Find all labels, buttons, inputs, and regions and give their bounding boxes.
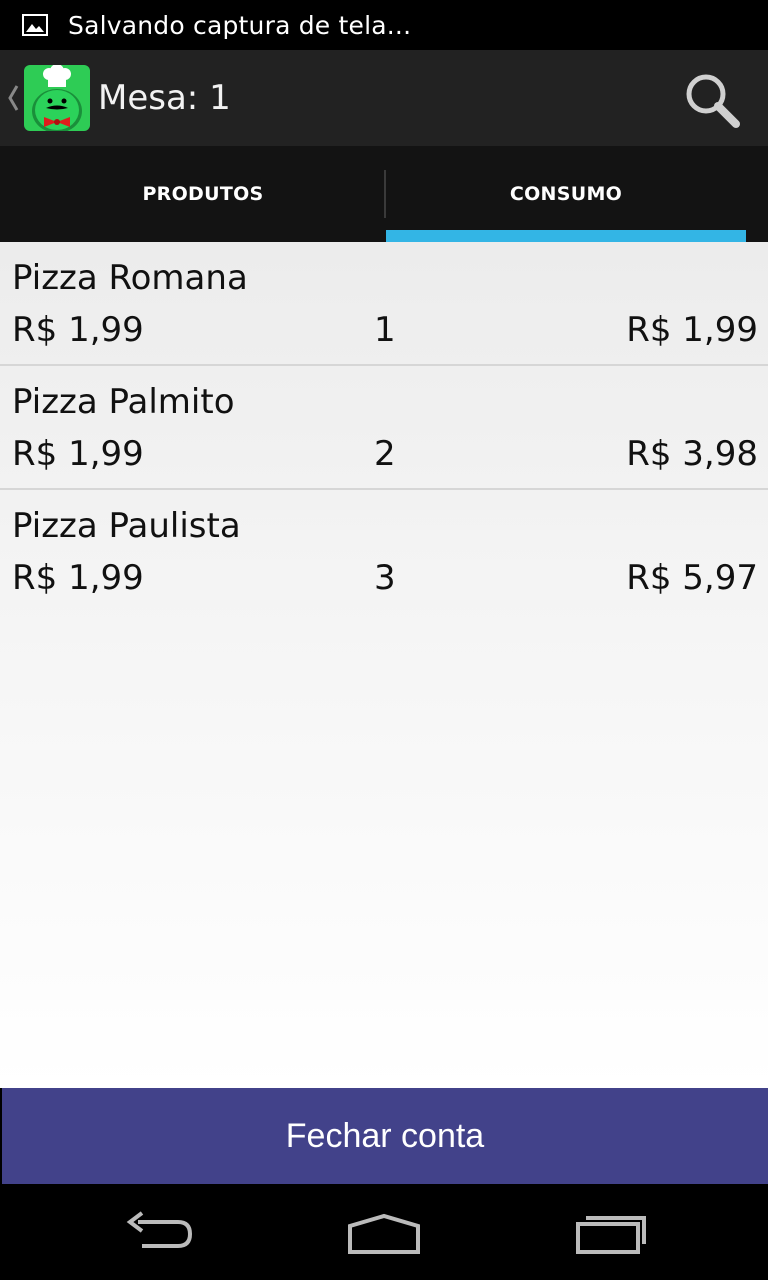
item-total: R$ 1,99 — [626, 310, 758, 350]
image-icon — [22, 14, 48, 36]
item-quantity: 2 — [374, 434, 396, 474]
list-item[interactable]: Pizza Romana R$ 1,99 1 R$ 1,99 — [0, 242, 768, 366]
status-bar: Salvando captura de tela... — [0, 0, 768, 50]
item-total: R$ 5,97 — [626, 558, 758, 598]
item-quantity: 1 — [374, 310, 396, 350]
status-notification-text: Salvando captura de tela... — [68, 10, 412, 40]
tab-bar: PRODUTOS CONSUMO — [0, 146, 768, 242]
item-total: R$ 3,98 — [626, 434, 758, 474]
item-name: Pizza Paulista — [12, 506, 241, 546]
search-icon[interactable] — [680, 68, 744, 132]
tab-consumo[interactable]: CONSUMO — [386, 146, 746, 242]
action-bar: Mesa: 1 — [0, 50, 768, 146]
item-unit-price: R$ 1,99 — [12, 310, 144, 350]
tab-produtos[interactable]: PRODUTOS — [22, 146, 384, 242]
consumption-list: Pizza Romana R$ 1,99 1 R$ 1,99 Pizza Pal… — [0, 242, 768, 1088]
back-icon[interactable] — [120, 1208, 198, 1256]
tab-selected-indicator — [386, 230, 746, 242]
list-item[interactable]: Pizza Paulista R$ 1,99 3 R$ 5,97 — [0, 490, 768, 612]
item-name: Pizza Romana — [12, 258, 248, 298]
system-nav-bar — [0, 1184, 768, 1280]
item-name: Pizza Palmito — [12, 382, 235, 422]
home-icon[interactable] — [344, 1208, 424, 1256]
list-item[interactable]: Pizza Palmito R$ 1,99 2 R$ 3,98 — [0, 366, 768, 490]
close-bill-button[interactable]: Fechar conta — [2, 1088, 768, 1184]
app-logo[interactable] — [24, 65, 90, 131]
item-unit-price: R$ 1,99 — [12, 558, 144, 598]
page-title: Mesa: 1 — [98, 78, 231, 118]
recent-apps-icon[interactable] — [572, 1208, 648, 1256]
chevron-left-icon[interactable] — [6, 80, 20, 116]
item-quantity: 3 — [374, 558, 396, 598]
item-unit-price: R$ 1,99 — [12, 434, 144, 474]
